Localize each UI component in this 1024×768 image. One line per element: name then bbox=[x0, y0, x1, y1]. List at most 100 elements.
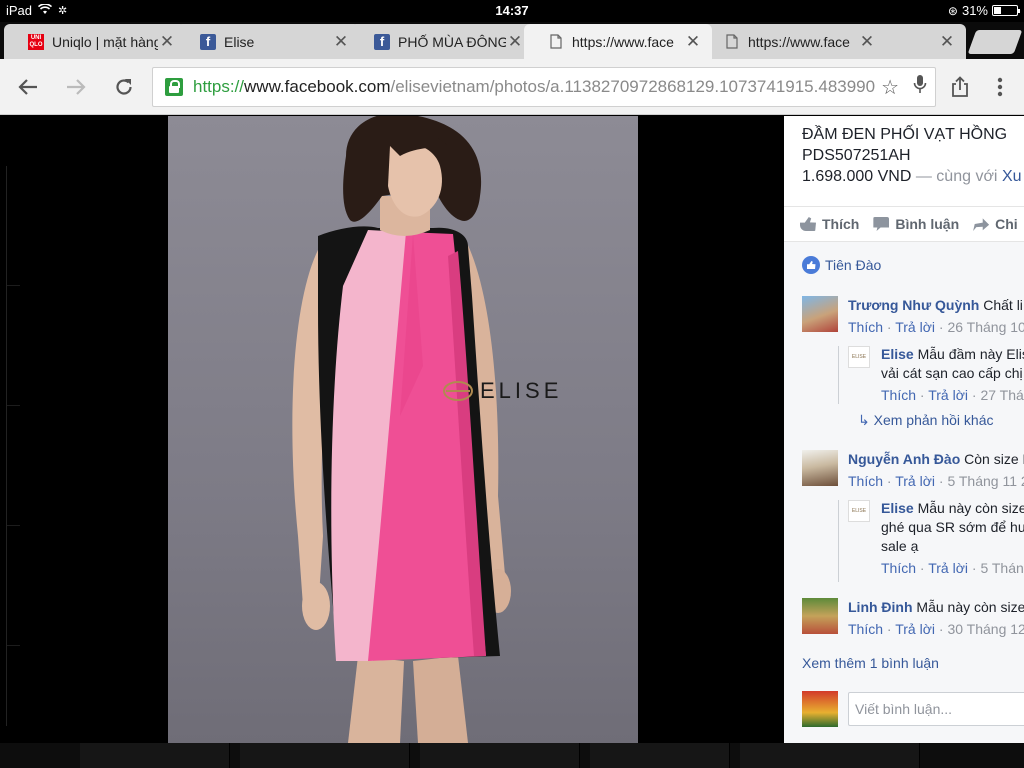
comment-time[interactable]: 26 Tháng 10 bbox=[947, 319, 1024, 335]
elise-avatar[interactable]: ELISE bbox=[848, 346, 870, 368]
reply-like-link[interactable]: Thích bbox=[881, 387, 916, 403]
thread-line bbox=[838, 346, 839, 404]
reply-time[interactable]: 5 Tháng bbox=[980, 560, 1024, 576]
back-button[interactable] bbox=[14, 73, 42, 101]
comment-like-link[interactable]: Thích bbox=[848, 621, 883, 637]
post-price-line: 1.698.000 VND — cùng với Xu bbox=[802, 166, 1024, 187]
reply-text: Mẫu đầm này Elis bbox=[913, 346, 1024, 362]
comment-reply-link[interactable]: Trả lời bbox=[895, 621, 935, 637]
tab-elise[interactable]: f Elise ✕ bbox=[176, 24, 360, 59]
close-icon[interactable]: ✕ bbox=[158, 32, 176, 52]
thread-line bbox=[838, 500, 839, 582]
comment-like-link[interactable]: Thích bbox=[848, 319, 883, 335]
watermark-text: ELISE bbox=[480, 378, 563, 403]
star-bookmark-icon[interactable]: ☆ bbox=[881, 75, 899, 100]
avatar[interactable] bbox=[802, 296, 838, 332]
comment-time[interactable]: 5 Tháng 11 2 bbox=[947, 473, 1024, 489]
comment-input[interactable]: Viết bình luận... bbox=[848, 692, 1024, 726]
reply-meta: Thích · Trả lời · 27 Thán bbox=[881, 387, 1024, 403]
share-post-button[interactable]: Chi bbox=[973, 216, 1018, 232]
elise-logo-icon bbox=[443, 381, 473, 401]
comment-reply-link[interactable]: Trả lời bbox=[895, 473, 935, 489]
thumbnail[interactable] bbox=[80, 743, 230, 768]
reply-reply-link[interactable]: Trả lời bbox=[928, 560, 968, 576]
tab-facebook-photo[interactable]: https://www.face ✕ ✕ bbox=[700, 24, 966, 59]
tab-pho-mua-dong[interactable]: f PHỐ MÙA ĐÔNG ✕ bbox=[350, 24, 534, 59]
comment-author[interactable]: Linh Đinh bbox=[848, 599, 913, 615]
comment-author[interactable]: Trương Như Quỳnh bbox=[848, 297, 979, 313]
reply-time[interactable]: 27 Thán bbox=[980, 387, 1024, 403]
thumbnail[interactable] bbox=[740, 743, 920, 768]
reply-text: Mẫu này còn size bbox=[913, 500, 1024, 516]
comment-time[interactable]: 30 Tháng 12 bbox=[947, 621, 1024, 637]
share-icon bbox=[952, 76, 968, 97]
photo-viewer: ELISE bbox=[0, 116, 784, 743]
back-arrow-icon bbox=[18, 79, 37, 95]
post-title: ĐẦM ĐEN PHỐI VẠT HỒNG bbox=[802, 126, 1008, 143]
close-icon[interactable]: ✕ bbox=[506, 32, 524, 52]
comment-text: Chất li bbox=[979, 297, 1023, 313]
reply: Elise Mẫu đầm này Elis bbox=[881, 345, 1024, 364]
separator: — bbox=[911, 168, 937, 185]
address-bar[interactable]: https://www.facebook.com/elisevietnam/ph… bbox=[152, 67, 936, 107]
url-scheme: https:// bbox=[193, 77, 245, 96]
tab-title: Elise bbox=[224, 33, 255, 50]
reply-text-line: vải cát sạn cao cấp chị bbox=[881, 365, 1023, 381]
menu-button[interactable] bbox=[986, 73, 1014, 101]
comment: Trương Như Quỳnh Chất li bbox=[848, 296, 1023, 315]
reply-author[interactable]: Elise bbox=[881, 346, 914, 362]
reply-text-line: sale ạ bbox=[881, 538, 919, 554]
close-icon[interactable]: ✕ bbox=[858, 32, 876, 52]
reply-reply-link[interactable]: Trả lời bbox=[928, 387, 968, 403]
thumbnail[interactable] bbox=[240, 743, 410, 768]
comment-like-link[interactable]: Thích bbox=[848, 473, 883, 489]
reply-like-link[interactable]: Thích bbox=[881, 560, 916, 576]
tab-facebook-photo-active[interactable]: https://www.face ✕ bbox=[524, 24, 712, 59]
reply-author[interactable]: Elise bbox=[881, 500, 914, 516]
dress-model-image bbox=[292, 116, 511, 743]
secure-lock-icon bbox=[165, 78, 183, 96]
more-vertical-icon bbox=[997, 77, 1003, 97]
status-bar: iPad ✲ 14:37 ⊛ 31% bbox=[0, 0, 1024, 22]
comments-list: Tiên Đào Trương Như Quỳnh Chất li Thích … bbox=[784, 242, 1024, 743]
post-caption: ĐẦM ĐEN PHỐI VẠT HỒNG PDS507251AH 1.698.… bbox=[802, 124, 1024, 187]
comment: Nguyễn Anh Đào Còn size M bbox=[848, 450, 1024, 469]
likes-summary[interactable]: Tiên Đào bbox=[802, 256, 881, 274]
close-icon[interactable]: ✕ bbox=[332, 32, 350, 52]
tab-title: https://www.face bbox=[572, 33, 674, 50]
facebook-icon: f bbox=[200, 33, 216, 50]
reply-text-line: ghé qua SR sớm để hư bbox=[881, 519, 1024, 535]
comment-reply-link[interactable]: Trả lời bbox=[895, 319, 935, 335]
battery-icon bbox=[992, 5, 1020, 16]
avatar[interactable] bbox=[802, 450, 838, 486]
comments-panel: ĐẦM ĐEN PHỐI VẠT HỒNG PDS507251AH 1.698.… bbox=[784, 116, 1024, 743]
thumbnail[interactable] bbox=[420, 743, 580, 768]
more-replies-link[interactable]: ↳ Xem phản hồi khác bbox=[858, 412, 993, 429]
product-photo[interactable]: ELISE bbox=[168, 116, 638, 743]
with-prefix: cùng với bbox=[936, 168, 1002, 185]
new-tab-button[interactable] bbox=[967, 30, 1023, 54]
comment-icon bbox=[873, 217, 890, 231]
tab-uniqlo[interactable]: UNI QLO Uniqlo | mặt hàng ✕ bbox=[4, 24, 186, 59]
comment-author[interactable]: Nguyễn Anh Đào bbox=[848, 451, 960, 467]
status-time: 14:37 bbox=[495, 3, 529, 18]
comment-text: Mẫu này còn size bbox=[912, 599, 1024, 615]
forward-button[interactable] bbox=[62, 73, 90, 101]
post-price: 1.698.000 VND bbox=[802, 168, 912, 185]
tab-title: Uniqlo | mặt hàng bbox=[52, 33, 158, 50]
avatar[interactable] bbox=[802, 598, 838, 634]
facebook-icon: f bbox=[374, 33, 390, 50]
post-action-bar: Thích Bình luận Chi bbox=[784, 206, 1024, 242]
more-comments-link[interactable]: Xem thêm 1 bình luận bbox=[802, 655, 939, 671]
tagged-user-link[interactable]: Xu bbox=[1002, 168, 1022, 185]
microphone-icon[interactable] bbox=[913, 74, 927, 100]
reload-button[interactable] bbox=[110, 73, 138, 101]
elise-avatar[interactable]: ELISE bbox=[848, 500, 870, 522]
like-button[interactable]: Thích bbox=[800, 216, 859, 232]
current-user-avatar bbox=[802, 691, 838, 727]
share-button[interactable] bbox=[946, 73, 974, 101]
close-icon[interactable]: ✕ bbox=[684, 32, 702, 52]
comment-button[interactable]: Bình luận bbox=[873, 216, 959, 232]
thumbnail[interactable] bbox=[590, 743, 730, 768]
close-icon[interactable]: ✕ bbox=[938, 32, 956, 52]
